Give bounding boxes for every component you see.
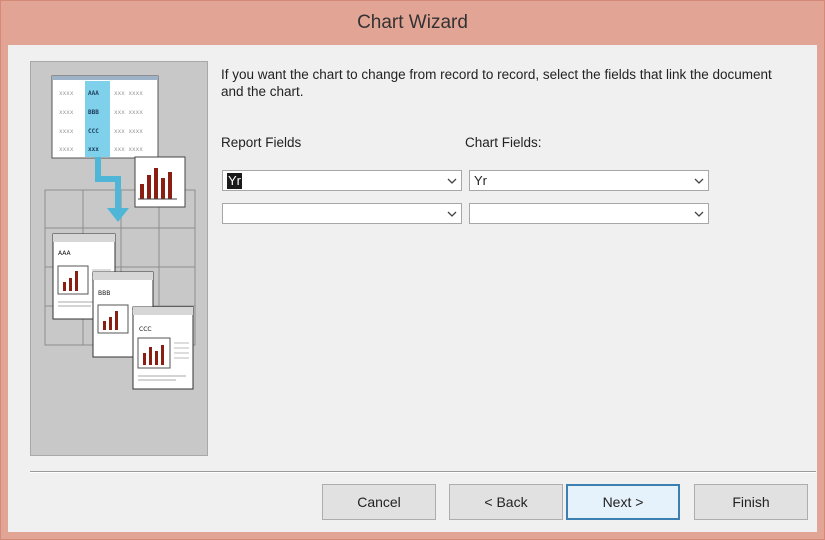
svg-text:xxxx: xxxx: [59, 146, 74, 153]
cancel-button[interactable]: Cancel: [322, 484, 436, 520]
dialog-window: Chart Wizard xxxx xxx xxxx xxxx xxx xxxx…: [0, 0, 825, 540]
chart-field-combo-2[interactable]: [469, 203, 709, 224]
chart-fields-label: Chart Fields:: [465, 135, 542, 150]
report-label-aaa: AAA: [58, 250, 72, 257]
svg-text:xxxx: xxxx: [59, 90, 74, 97]
chevron-down-icon[interactable]: [690, 171, 708, 190]
chevron-down-icon[interactable]: [443, 171, 461, 190]
instruction-text: If you want the chart to change from rec…: [221, 67, 772, 99]
report-field-combo-2[interactable]: [222, 203, 462, 224]
svg-text:xxx xxxx: xxx xxxx: [114, 146, 143, 153]
report-field-1-value: Yr: [227, 173, 242, 189]
report-label-ccc: CCC: [139, 326, 152, 333]
button-separator: [30, 471, 816, 473]
svg-text:xxx: xxx: [88, 146, 99, 153]
svg-text:xxxx: xxxx: [59, 128, 74, 135]
window-title: Chart Wizard: [357, 12, 468, 33]
back-button[interactable]: < Back: [449, 484, 563, 520]
report-field-combo-1[interactable]: Yr: [222, 170, 462, 191]
dialog-client-area: xxxx xxx xxxx xxxx xxx xxxx xxxx xxx xxxx x…: [8, 45, 817, 532]
chevron-down-icon[interactable]: [690, 204, 708, 223]
datasheet-graphic: xxxx xxx xxxx xxxx xxx xxxx xxxx xxx xxxx x…: [51, 75, 159, 159]
report-fields-label: Report Fields: [221, 135, 302, 150]
svg-text:xxxx: xxxx: [59, 109, 74, 116]
datasheet-cell-ccc: CCC: [88, 128, 99, 135]
svg-text:xxx xxxx: xxx xxxx: [114, 90, 143, 97]
datasheet-cell-bbb: BBB: [88, 109, 99, 116]
svg-text:xxx xxxx: xxx xxxx: [114, 128, 143, 135]
chart-card-graphic: [134, 156, 186, 208]
chart-field-combo-1[interactable]: Yr: [469, 170, 709, 191]
chevron-down-icon[interactable]: [443, 204, 461, 223]
chart-field-1-value: Yr: [474, 173, 487, 188]
next-button[interactable]: Next >: [566, 484, 680, 520]
wizard-illustration: xxxx xxx xxxx xxxx xxx xxxx xxxx xxx xxxx x…: [30, 61, 208, 456]
svg-text:xxx xxxx: xxx xxxx: [114, 109, 143, 116]
report-label-bbb: BBB: [98, 290, 110, 297]
finish-button[interactable]: Finish: [694, 484, 808, 520]
report-page-graphic: CCC: [132, 306, 194, 390]
datasheet-cell-aaa: AAA: [88, 90, 99, 97]
